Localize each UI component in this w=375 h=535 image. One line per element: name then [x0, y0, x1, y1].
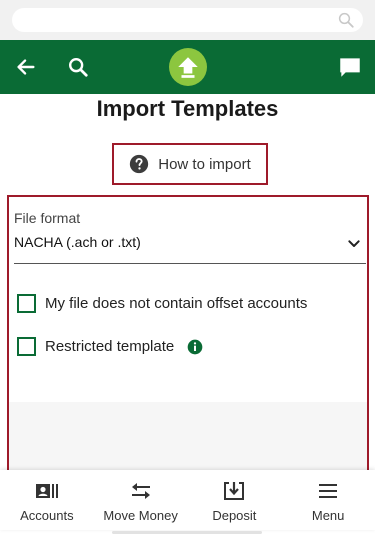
accounts-icon: [35, 480, 59, 502]
how-to-import-button[interactable]: How to import: [112, 143, 268, 185]
offset-accounts-checkbox-row[interactable]: My file does not contain offset accounts: [17, 294, 307, 313]
chat-button[interactable]: [335, 52, 365, 82]
restricted-template-checkbox-row[interactable]: Restricted template: [17, 337, 203, 356]
arrow-left-icon: [17, 59, 35, 75]
chat-bubble-icon: [340, 58, 360, 77]
home-indicator: [112, 531, 262, 534]
nav-deposit[interactable]: Deposit: [188, 470, 282, 530]
url-search-icon[interactable]: [337, 11, 355, 29]
nav-menu[interactable]: Menu: [281, 470, 375, 530]
help-circle-icon: [130, 154, 149, 174]
offset-accounts-label: My file does not contain offset accounts: [45, 295, 308, 312]
search-button[interactable]: [63, 52, 93, 82]
nav-deposit-label: Deposit: [212, 508, 257, 523]
app-header: [0, 40, 375, 94]
browser-bar: [0, 0, 375, 40]
restricted-template-label: Restricted template: [45, 338, 175, 355]
nav-move-money-label: Move Money: [103, 508, 178, 523]
restricted-template-checkbox[interactable]: [17, 337, 36, 356]
upload-arrow-icon: [178, 57, 198, 78]
search-icon: [69, 58, 88, 77]
transfer-arrows-icon: [129, 480, 153, 502]
hamburger-menu-icon: [316, 480, 340, 502]
nav-move-money[interactable]: Move Money: [94, 470, 188, 530]
nav-accounts-label: Accounts: [20, 508, 74, 523]
file-format-select[interactable]: NACHA (.ach or .txt): [14, 230, 366, 264]
import-form: File format NACHA (.ach or .txt) My file…: [7, 195, 369, 485]
offset-accounts-checkbox[interactable]: [17, 294, 36, 313]
url-field[interactable]: [12, 8, 363, 32]
deposit-icon: [222, 480, 246, 502]
info-icon[interactable]: [187, 339, 203, 355]
chevron-down-icon: [348, 240, 360, 247]
page-title: Import Templates: [96, 96, 279, 121]
how-to-import-label: How to import: [158, 155, 251, 173]
back-button[interactable]: [11, 52, 41, 82]
nav-menu-label: Menu: [311, 508, 345, 523]
upload-logo: [169, 48, 207, 86]
nav-accounts[interactable]: Accounts: [0, 470, 94, 530]
bottom-nav: Accounts Move Money Deposit Menu: [0, 470, 375, 530]
file-format-label: File format: [14, 210, 81, 226]
file-format-value: NACHA (.ach or .txt): [14, 234, 141, 250]
